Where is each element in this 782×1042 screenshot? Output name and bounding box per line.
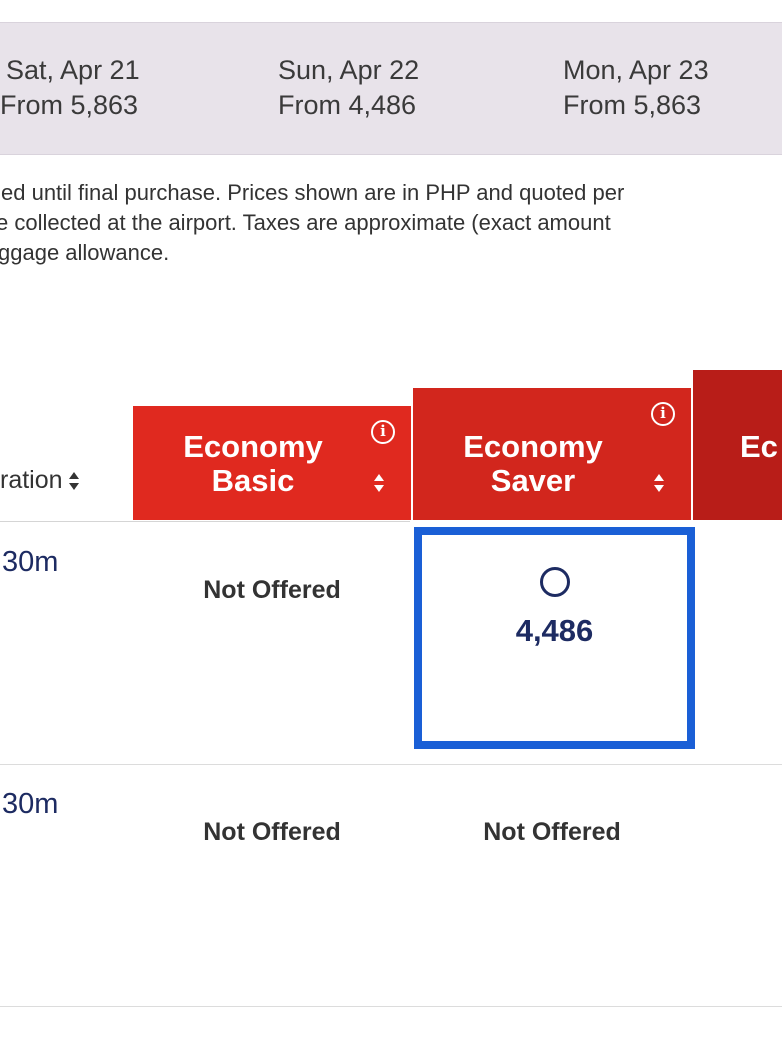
sort-icon xyxy=(68,472,80,491)
fare-header-label-line1: Ec xyxy=(740,429,778,464)
sort-icon[interactable] xyxy=(374,474,385,492)
date-tab-mon-apr-23[interactable]: Mon, Apr 23 From 5,863 xyxy=(563,53,709,123)
row-2-economy-basic-not-offered: Not Offered xyxy=(203,818,341,846)
fare-header-label: Economy Saver xyxy=(413,430,653,498)
info-icon[interactable]: i xyxy=(371,420,395,444)
fare-header-label-line2: V xyxy=(740,464,782,498)
fare-header-economy-basic[interactable]: i Economy Basic xyxy=(133,406,411,520)
row-1-economy-basic-not-offered: Not Offered xyxy=(203,576,341,604)
sort-icon[interactable] xyxy=(654,474,665,492)
fare-header-economy-saver[interactable]: i Economy Saver xyxy=(413,388,691,520)
fare-header-label-line1: Economy xyxy=(463,429,603,464)
info-icon[interactable]: i xyxy=(651,402,675,426)
row-1-economy-saver-fare-cell[interactable]: 4,486 xyxy=(414,527,695,749)
fare-header-label-line2: Basic xyxy=(211,463,295,498)
fare-header-label-line1: Economy xyxy=(183,429,323,464)
pricing-notice: ed until final purchase. Prices shown ar… xyxy=(0,178,782,268)
row-2-economy-saver-not-offered: Not Offered xyxy=(483,818,621,846)
date-tab-day: Sun, Apr 22 xyxy=(278,55,420,85)
duration-sort-header[interactable]: ration xyxy=(0,466,80,495)
fare-header-label: Ec V xyxy=(740,430,782,498)
date-tab-price: From 5,863 xyxy=(0,90,139,120)
header-divider xyxy=(0,521,410,522)
row-2-duration: 30m xyxy=(2,788,59,820)
row-1-economy-saver-price: 4,486 xyxy=(515,613,594,648)
date-tab-day: Sat, Apr 21 xyxy=(6,55,140,85)
date-tab-price: From 4,486 xyxy=(278,90,417,120)
date-tab-sun-apr-22[interactable]: Sun, Apr 22 From 4,486 xyxy=(278,53,419,123)
radio-icon[interactable] xyxy=(540,567,570,597)
date-selector-strip: Sat, Apr 21 From 5,863 Sun, Apr 22 From … xyxy=(0,22,782,155)
pricing-notice-line: ggage allowance. xyxy=(0,240,170,265)
fare-header-label: Economy Basic xyxy=(133,430,373,498)
duration-header-label: ration xyxy=(0,466,63,494)
pricing-notice-line: e collected at the airport. Taxes are ap… xyxy=(0,210,611,235)
row-1-duration: 30m xyxy=(2,546,59,578)
pricing-notice-line: ed until final purchase. Prices shown ar… xyxy=(1,180,625,205)
date-tab-sat-apr-21[interactable]: Sat, Apr 21 From 5,863 xyxy=(0,53,140,123)
date-tab-price: From 5,863 xyxy=(563,90,702,120)
fare-header-label-line2: Saver xyxy=(490,463,576,498)
row-divider xyxy=(0,764,782,765)
row-divider xyxy=(0,1006,782,1007)
fare-header-third[interactable]: Ec V xyxy=(693,370,782,520)
date-tab-day: Mon, Apr 23 xyxy=(563,55,709,85)
